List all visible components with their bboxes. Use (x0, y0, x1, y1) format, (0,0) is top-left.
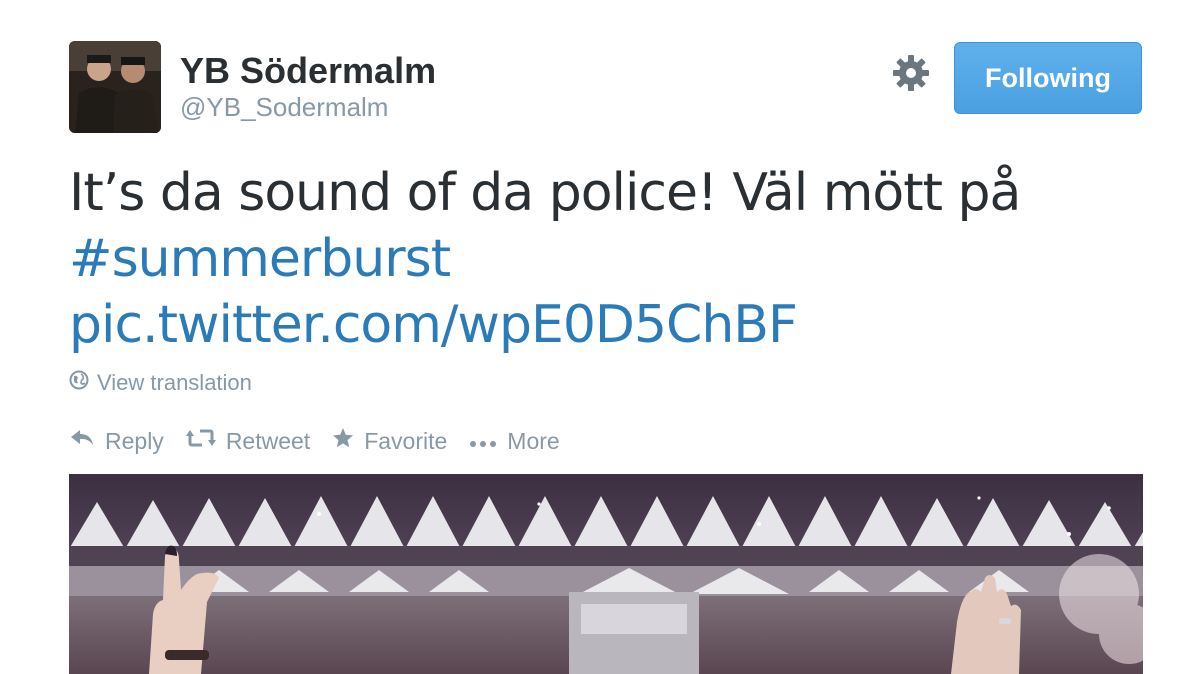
globe-icon (69, 370, 89, 396)
favorite-label: Favorite (364, 427, 448, 454)
tweet-actions: Reply Retweet Favorite More (69, 424, 560, 458)
gear-icon[interactable] (892, 54, 930, 92)
user-name[interactable]: YB Södermalm (180, 50, 436, 92)
retweet-icon (185, 427, 216, 455)
view-translation-label: View translation (97, 370, 252, 395)
avatar[interactable] (69, 41, 161, 133)
star-icon (332, 427, 354, 455)
stadium-photo (69, 474, 1143, 674)
tweet-photo[interactable] (69, 474, 1143, 674)
tweet-text: It’s da sound of da police! Väl mött på … (69, 160, 1149, 358)
retweet-button[interactable]: Retweet (185, 427, 311, 455)
reply-label: Reply (105, 427, 164, 454)
favorite-button[interactable]: Favorite (332, 427, 447, 455)
reply-button[interactable]: Reply (69, 427, 164, 455)
more-button[interactable]: More (469, 427, 560, 455)
user-handle[interactable]: @YB_Sodermalm (180, 92, 388, 123)
avatar-image (69, 41, 161, 133)
hashtag-link[interactable]: #summerburst (69, 226, 1149, 292)
tweet-text-line: It’s da sound of da police! Väl mött på (69, 163, 1021, 223)
retweet-label: Retweet (225, 427, 311, 454)
following-button[interactable]: Following (954, 42, 1142, 114)
more-label: More (507, 427, 560, 454)
ellipsis-icon (469, 428, 497, 455)
reply-icon (69, 427, 95, 455)
pic-link[interactable]: pic.twitter.com/wpE0D5ChBF (69, 292, 1149, 358)
view-translation-link[interactable]: View translation (69, 370, 252, 396)
